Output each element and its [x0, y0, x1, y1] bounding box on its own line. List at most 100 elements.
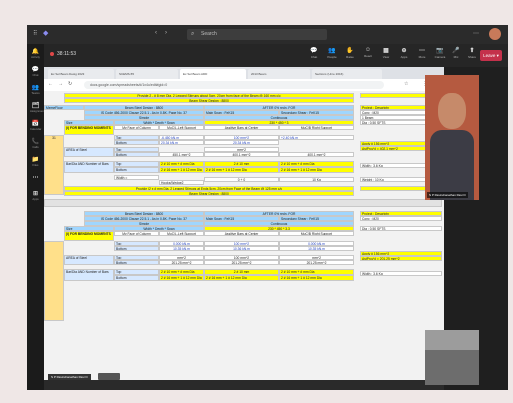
- camera-button[interactable]: 📷 Camera: [432, 47, 448, 59]
- classroom-scene: [425, 350, 479, 385]
- bars-bottom: 2 # 16 mm + 1 # 12 mm Dia: [159, 167, 204, 173]
- rail-item-more[interactable]: ⋯: [30, 174, 41, 181]
- face-col-header: My Face of Column: [114, 125, 159, 130]
- right-support-header: MuC/B Right Support: [279, 231, 354, 236]
- reload-icon[interactable]: ↻: [68, 81, 72, 87]
- control-label: Chat: [310, 55, 318, 59]
- hooks: Hooks/Wedge2: [159, 180, 204, 185]
- meeting-timer: 38:11:53: [50, 51, 76, 57]
- mic-button[interactable]: 🎤 Mic: [448, 47, 464, 59]
- more-button[interactable]: ⋯ More: [414, 47, 430, 59]
- area-label: AREA of Steel: [64, 255, 114, 265]
- people-button[interactable]: 👥 People: [324, 47, 340, 59]
- browser-tab[interactable]: SCEMS-55: [116, 69, 178, 79]
- control-label: More: [418, 55, 426, 59]
- rail-item-activity[interactable]: 🔔 Activity: [30, 48, 41, 59]
- area-bottom: 201.25 mm^2: [159, 260, 204, 265]
- dim2-cell: Dia : 0.50 SFTS: [360, 226, 442, 231]
- area-label: AREA of Steel: [64, 147, 114, 157]
- star-icon[interactable]: ☆: [404, 81, 408, 87]
- bottom-value: 20.34 kN.m: [159, 140, 204, 145]
- participant-video-classroom[interactable]: [425, 330, 479, 385]
- apps-button[interactable]: ⊕ Apps: [396, 47, 412, 59]
- width-note: Width : 3.6 Kg: [360, 271, 442, 276]
- participant-avatar: [438, 93, 466, 129]
- participant-body: [430, 130, 474, 200]
- chat-button[interactable]: 💬 Chat: [306, 47, 322, 59]
- raise-hand-button[interactable]: ✋ Raise: [342, 47, 358, 59]
- view-icon: ▦: [383, 48, 389, 54]
- control-label: Camera: [434, 55, 446, 59]
- forward-icon[interactable]: ›: [165, 30, 167, 36]
- rail-item-teams[interactable]: 👥 Teams: [30, 84, 41, 95]
- bottom-label: Bottom: [114, 140, 159, 145]
- shared-screen: Ex Sol Beam Desig 2023 SCEMS-55 Ex Sol B…: [44, 67, 444, 380]
- bottom-label: Bottom: [114, 152, 159, 157]
- people-icon: 👥: [328, 48, 336, 54]
- bottom-value: 10.35 kN.m: [159, 246, 204, 251]
- grid-icon[interactable]: ⠿: [33, 30, 37, 37]
- side-note2: AstProv'd = 201.25 mm^2: [360, 256, 442, 261]
- recording-indicator-icon: [50, 51, 54, 56]
- left-support-header: MuC/L-Left Support: [159, 125, 204, 130]
- area-bottom: 201.25 mm^2: [204, 260, 279, 265]
- timer-text: 38:11:53: [57, 51, 77, 57]
- participant-video-main[interactable]: S P Ravindranathan Ravi D: [425, 75, 479, 200]
- bottom-label: Bottom: [114, 275, 159, 281]
- bars-bottom: 2 # 16 mm + 1 # 12 mm Dia: [204, 275, 279, 281]
- top-value: +2.40 kN.m: [279, 135, 354, 140]
- rail-item-calls[interactable]: 📞 Calls: [30, 138, 41, 149]
- presenter-controls[interactable]: [98, 373, 120, 380]
- browser-tab[interactable]: Ex Sol Beam ADD: [180, 69, 246, 79]
- back-icon[interactable]: ‹: [155, 30, 157, 36]
- rail-label: Teams: [31, 91, 40, 95]
- spreadsheet: Provide 2 - # 8 mm Dia. 2 Legged Stirrup…: [44, 91, 444, 380]
- conc-cell: Conc : M20: [360, 216, 442, 221]
- bars-label: Bar/Dia AND Number of Bars: [64, 269, 114, 281]
- moment-label: (i) FOR BENDING MOMENTS: [64, 231, 114, 241]
- rail-item-files[interactable]: 📁 Files: [30, 156, 41, 167]
- search-input[interactable]: ⌕ Search: [187, 29, 327, 40]
- browser-tab[interactable]: Sections (Unre 2016): [312, 69, 382, 79]
- footer-note2: Beam Shear Design : 8800: [64, 191, 354, 196]
- rail-label: Assignments: [30, 109, 47, 113]
- forward-icon[interactable]: →: [58, 81, 63, 87]
- rail-label: Apps: [32, 197, 39, 201]
- bottom-value: 10.35 kN.m: [279, 246, 354, 251]
- teams-logo-icon: ◆: [43, 30, 49, 37]
- width-req: Width =: [114, 175, 159, 180]
- apps-icon: ⊕: [401, 48, 407, 54]
- rail-item-apps[interactable]: ⊞ Apps: [30, 190, 41, 201]
- participant-name: S P Ravindranathan Ravi D: [427, 192, 468, 198]
- face-col-header: My Face of Column: [114, 231, 159, 236]
- rail-label: Chat: [32, 73, 39, 77]
- spacer-row: [44, 199, 442, 207]
- avatar[interactable]: [489, 28, 501, 40]
- browser-tabs: Ex Sol Beam Desig 2023 SCEMS-55 Ex Sol B…: [44, 67, 444, 79]
- rail-item-chat[interactable]: 💬 Chat: [30, 66, 41, 77]
- raise-hand-icon: ✋: [346, 48, 354, 54]
- design-note: Beam Shear Design : 8800: [64, 98, 354, 103]
- row-number: 31: [44, 135, 64, 195]
- browser-tab[interactable]: 2013 Beam: [248, 69, 310, 79]
- bars-label: Bar/Dia AND Number of Bars: [64, 161, 114, 173]
- area-bottom: 400.1 mm^2: [204, 152, 279, 157]
- react-button[interactable]: ☺ React: [360, 47, 376, 58]
- shared-screen-statusbar: [44, 380, 444, 390]
- browser-tab[interactable]: Ex Sol Beam Desig 2023: [48, 69, 114, 79]
- row-marker: [44, 241, 64, 321]
- rail-item-assignments[interactable]: 🗂 Assignments: [30, 102, 47, 113]
- bars-bottom: 2 # 16 mm + 1 # 12 mm Dia: [279, 167, 354, 173]
- bottom-label: Bottom: [114, 260, 159, 265]
- rail-item-calendar[interactable]: 📅 Calendar: [30, 120, 41, 131]
- chat-icon: 💬: [310, 48, 318, 54]
- share-button[interactable]: ⬆ Share: [464, 47, 480, 59]
- control-label: Raise: [346, 55, 354, 59]
- view-button[interactable]: ▦ View: [378, 47, 394, 59]
- mid-header: Assitive Bars at Center: [204, 231, 279, 236]
- more-options-icon[interactable]: ⋯: [473, 30, 479, 37]
- url-field[interactable]: docs.google.com/spreadsheets/d/1x4u/edit…: [84, 81, 384, 89]
- right-support-header: MuC/B Right Support: [279, 125, 354, 130]
- back-icon[interactable]: ←: [48, 81, 53, 87]
- leave-button[interactable]: Leave ▾: [480, 50, 502, 61]
